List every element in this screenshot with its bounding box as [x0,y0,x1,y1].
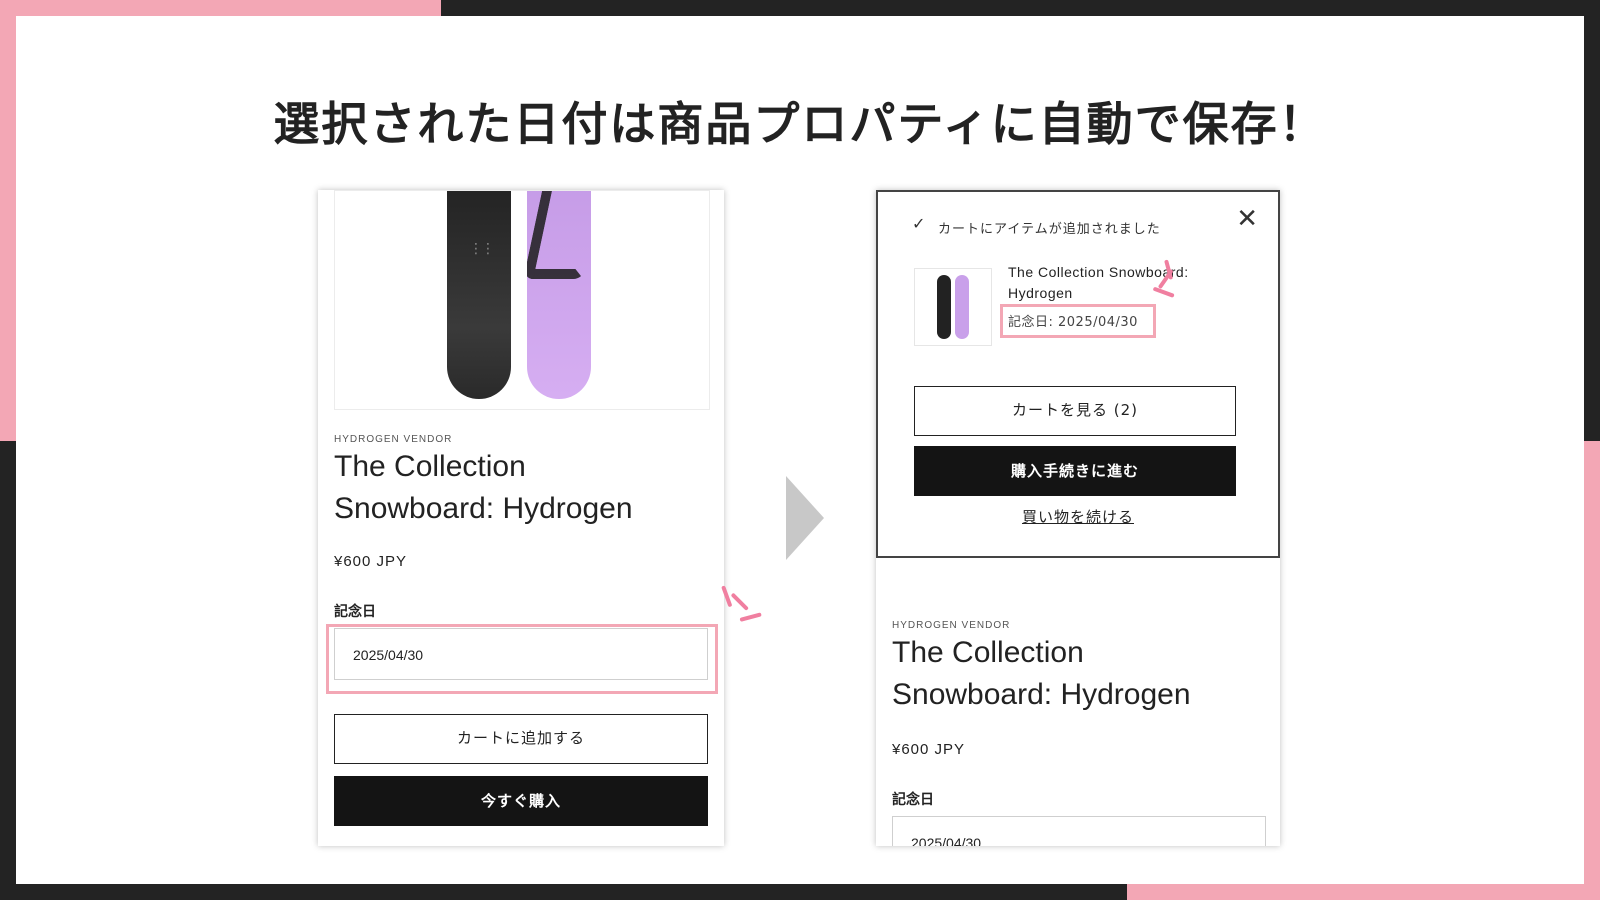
snowboard-black [447,191,511,399]
date-input[interactable]: 2025/04/30 [892,816,1266,846]
product-page-card: HYDROGEN VENDOR The Collection Snowboard… [318,190,724,846]
check-icon: ✓ [912,214,926,233]
product-title-line1: The Collection [892,636,1084,669]
product-image [334,190,710,410]
product-title-line2: Snowboard: Hydrogen [892,678,1191,711]
frame-accent-top-left [0,0,441,16]
product-title: The Collection Snowboard: Hydrogen [334,446,633,530]
cart-status-text: カートにアイテムが追加されました [938,222,1161,237]
cart-notification-popup: ✓ カートにアイテムが追加されました ✕ The Collection Snow… [876,190,1280,558]
headline: 選択された日付は商品プロパティに自動で保存！ [273,97,1327,151]
cart-item-thumbnail [914,268,992,346]
date-input-highlight [326,624,718,694]
vendor-label: HYDROGEN VENDOR [334,434,453,445]
close-icon[interactable]: ✕ [1236,204,1258,234]
date-field-label: 記念日 [334,604,376,620]
arrow-right-icon [786,476,824,560]
frame-accent-left [0,0,16,441]
product-price: ¥600 JPY [892,741,966,758]
view-cart-button[interactable]: カートを見る (2) [914,386,1236,436]
frame-accent-right [1584,441,1600,900]
product-title-line1: The Collection [334,450,526,483]
add-to-cart-button[interactable]: カートに追加する [334,714,708,764]
continue-shopping-link[interactable]: 買い物を続ける [878,506,1278,527]
cart-property-highlight [1000,304,1156,338]
product-price: ¥600 JPY [334,553,408,570]
date-field-label: 記念日 [892,792,934,808]
frame-accent-bottom-right [1127,884,1600,900]
thumb-board-black [937,275,951,339]
product-title-line2: Snowboard: Hydrogen [334,492,633,525]
buy-now-button[interactable]: 今すぐ購入 [334,776,708,826]
vendor-label: HYDROGEN VENDOR [892,620,1011,631]
checkout-button[interactable]: 購入手続きに進む [914,446,1236,496]
thumb-board-purple [955,275,969,339]
cart-item-name: The Collection Snowboard: Hydrogen [1008,264,1189,301]
product-title: The Collection Snowboard: Hydrogen [892,632,1191,716]
snowboard-purple [527,191,591,399]
